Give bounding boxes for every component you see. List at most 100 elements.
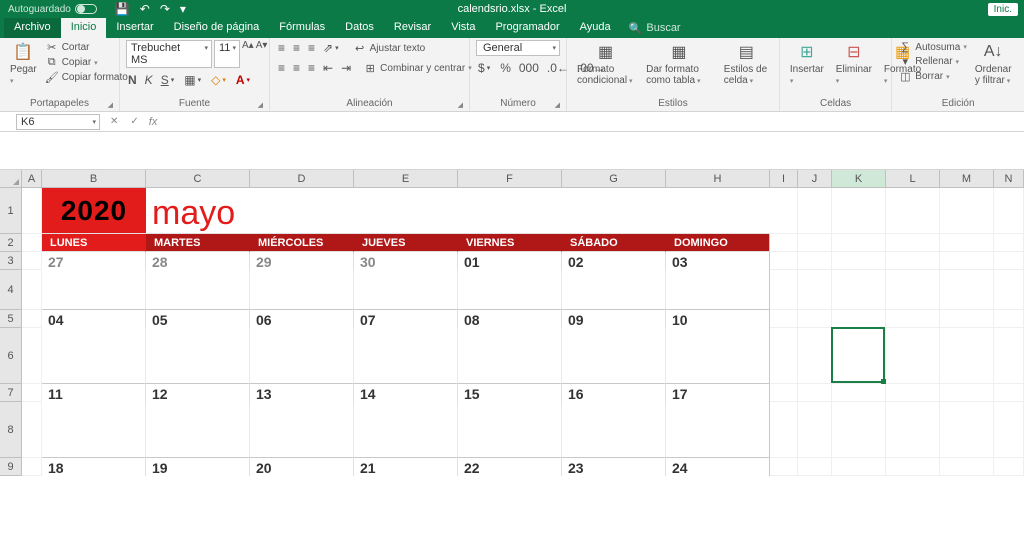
align-left-icon[interactable]: ≡: [276, 60, 287, 76]
col-header-H[interactable]: H: [666, 170, 770, 187]
autosave-toggle[interactable]: Autoguardado: [8, 4, 97, 15]
select-all-button[interactable]: [0, 170, 22, 187]
col-header-G[interactable]: G: [562, 170, 666, 187]
cell-M2[interactable]: [940, 234, 994, 252]
cell-L8[interactable]: [886, 402, 940, 458]
cell-D3[interactable]: 29: [250, 252, 354, 270]
row-header-1[interactable]: 1: [0, 188, 22, 234]
cell-C2[interactable]: MARTES: [146, 234, 250, 252]
cell-N1[interactable]: [994, 188, 1024, 234]
cell-L1[interactable]: [886, 188, 940, 234]
cell-B7[interactable]: 11: [42, 384, 146, 402]
align-top-icon[interactable]: ≡: [276, 40, 287, 56]
cell-H2[interactable]: DOMINGO: [666, 234, 770, 252]
cell-E4[interactable]: [354, 270, 458, 310]
cell-N5[interactable]: [994, 310, 1024, 328]
col-header-C[interactable]: C: [146, 170, 250, 187]
cell-G7[interactable]: 16: [562, 384, 666, 402]
wrap-text-button[interactable]: ↩Ajustar texto: [353, 40, 426, 56]
cell-G6[interactable]: [562, 328, 666, 384]
merge-center-button[interactable]: ⊞Combinar y centrar: [363, 60, 472, 76]
cell-G2[interactable]: SÁBADO: [562, 234, 666, 252]
cell-H8[interactable]: [666, 402, 770, 458]
autosum-button[interactable]: ∑Autosuma: [898, 40, 967, 54]
launcher-icon[interactable]: ◢: [108, 101, 113, 109]
cell-L4[interactable]: [886, 270, 940, 310]
cell-E3[interactable]: 30: [354, 252, 458, 270]
cell-I4[interactable]: [770, 270, 798, 310]
cell-G4[interactable]: [562, 270, 666, 310]
cell-K8[interactable]: [832, 402, 886, 458]
col-header-N[interactable]: N: [994, 170, 1024, 187]
cell-D2[interactable]: MIÉRCOLES: [250, 234, 354, 252]
cell-A5[interactable]: [22, 310, 42, 328]
cell-F7[interactable]: 15: [458, 384, 562, 402]
cell-H1[interactable]: [666, 188, 770, 234]
row-header-6[interactable]: 6: [0, 328, 22, 384]
italic-button[interactable]: K: [143, 72, 155, 88]
cell-G8[interactable]: [562, 402, 666, 458]
cell-N3[interactable]: [994, 252, 1024, 270]
cell-F8[interactable]: [458, 402, 562, 458]
cell-M6[interactable]: [940, 328, 994, 384]
align-right-icon[interactable]: ≡: [306, 60, 317, 76]
cell-N2[interactable]: [994, 234, 1024, 252]
currency-icon[interactable]: $▾: [476, 60, 494, 76]
cell-C5[interactable]: 05: [146, 310, 250, 328]
cell-E5[interactable]: 07: [354, 310, 458, 328]
cell-N6[interactable]: [994, 328, 1024, 384]
cell-J7[interactable]: [798, 384, 832, 402]
cell-B3[interactable]: 27: [42, 252, 146, 270]
indent-increase-icon[interactable]: ⇥: [339, 60, 353, 76]
accept-formula-icon[interactable]: ✓: [124, 116, 144, 127]
cell-H7[interactable]: 17: [666, 384, 770, 402]
tab-ayuda[interactable]: Ayuda: [570, 18, 621, 38]
cell-E6[interactable]: [354, 328, 458, 384]
indent-decrease-icon[interactable]: ⇤: [321, 60, 335, 76]
cell-F9[interactable]: 22: [458, 458, 562, 476]
cell-B6[interactable]: [42, 328, 146, 384]
cell-E1[interactable]: [354, 188, 458, 234]
cell-D1[interactable]: [250, 188, 354, 234]
clear-button[interactable]: ◫Borrar: [898, 69, 967, 84]
col-header-E[interactable]: E: [354, 170, 458, 187]
cell-H5[interactable]: 10: [666, 310, 770, 328]
qat-more-icon[interactable]: ▾: [180, 2, 186, 16]
cell-E8[interactable]: [354, 402, 458, 458]
cell-A3[interactable]: [22, 252, 42, 270]
shrink-font-icon[interactable]: A▾: [256, 40, 268, 68]
cell-D7[interactable]: 13: [250, 384, 354, 402]
tab-inicio[interactable]: Inicio: [61, 18, 107, 38]
format-as-table-button[interactable]: ▦Dar formato como tabla: [642, 40, 716, 88]
cell-C8[interactable]: [146, 402, 250, 458]
row-header-9[interactable]: 9: [0, 458, 22, 476]
col-header-K[interactable]: K: [832, 170, 886, 187]
font-size-select[interactable]: 11: [214, 40, 240, 68]
col-header-B[interactable]: B: [42, 170, 146, 187]
tab-insertar[interactable]: Insertar: [106, 18, 163, 38]
underline-button[interactable]: S▾: [159, 72, 179, 88]
row-header-8[interactable]: 8: [0, 402, 22, 458]
name-box[interactable]: K6: [16, 114, 100, 130]
cell-D6[interactable]: [250, 328, 354, 384]
paste-button[interactable]: 📋Pegar: [6, 40, 41, 88]
cell-H4[interactable]: [666, 270, 770, 310]
insert-cells-button[interactable]: ⊞Insertar: [786, 40, 828, 88]
cell-A4[interactable]: [22, 270, 42, 310]
cell-D5[interactable]: 06: [250, 310, 354, 328]
col-header-D[interactable]: D: [250, 170, 354, 187]
cell-J5[interactable]: [798, 310, 832, 328]
tab-formulas[interactable]: Fórmulas: [269, 18, 335, 38]
cell-E7[interactable]: 14: [354, 384, 458, 402]
cell-D9[interactable]: 20: [250, 458, 354, 476]
cell-I1[interactable]: [770, 188, 798, 234]
tab-archivo[interactable]: Archivo: [4, 18, 61, 38]
fx-icon[interactable]: fx: [145, 116, 162, 128]
find-button[interactable]: 🔍B: [1020, 40, 1024, 77]
cancel-formula-icon[interactable]: ✕: [104, 116, 124, 127]
undo-icon[interactable]: ↶: [140, 2, 150, 16]
cell-N8[interactable]: [994, 402, 1024, 458]
conditional-format-button[interactable]: ▦Formato condicional: [573, 40, 638, 88]
cell-B4[interactable]: [42, 270, 146, 310]
cell-M8[interactable]: [940, 402, 994, 458]
